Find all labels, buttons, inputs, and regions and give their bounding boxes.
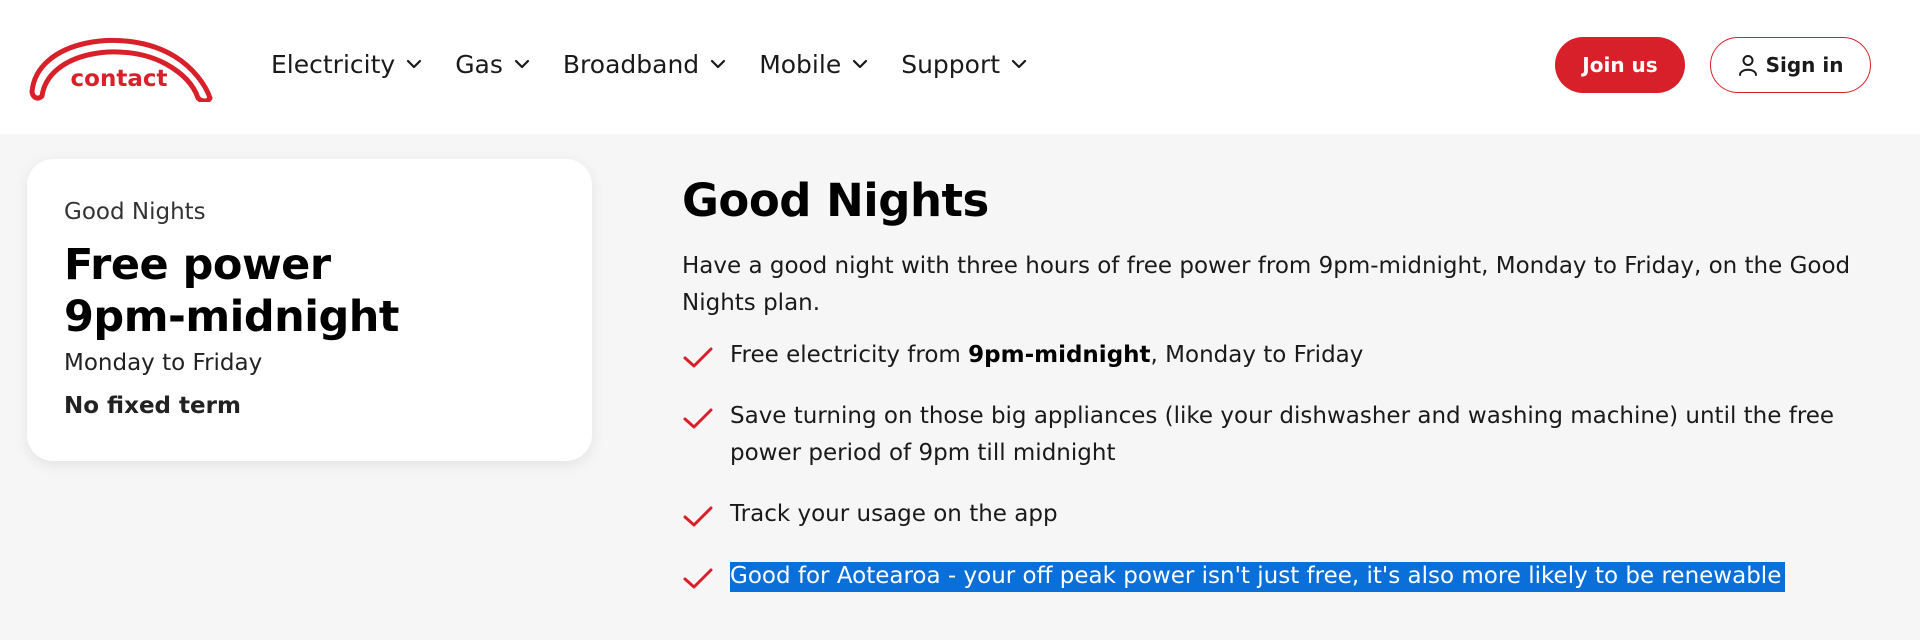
benefit-text: Good for Aotearoa - your off peak power … [730,558,1900,595]
benefit-text: Free electricity from 9pm-midnight, Mond… [730,337,1900,374]
chevron-down-icon [405,55,423,73]
nav-gas[interactable]: Gas [455,46,531,82]
checkmark-icon [682,504,714,530]
benefit-text: Save turning on those big appliances (li… [730,403,1835,466]
contact-logo[interactable]: contact [24,26,216,102]
logo-text: contact [71,66,168,92]
checkmark-icon [682,566,714,592]
plan-headline-line1: Free power [64,240,331,290]
checkmark-icon [682,345,714,371]
benefits-list: Free electricity from 9pm-midnight, Mond… [682,0,1882,640]
plan-term: No fixed term [64,393,241,419]
checkmark-icon [682,406,714,432]
nav-label: Gas [455,49,503,79]
nav-label: Electricity [271,49,396,79]
list-item: Good for Aotearoa - your off peak power … [682,558,1900,595]
plan-summary-card: Good Nights Free power 9pm-midnight Mond… [27,159,592,461]
contact-logo-graphic: contact [29,37,213,102]
list-item: Free electricity from 9pm-midnight, Mond… [682,337,1900,374]
benefit-text: Track your usage on the app [730,501,1058,527]
benefit-text-bold: 9pm-midnight [968,342,1151,368]
plan-headline: Free power 9pm-midnight [64,239,564,343]
nav-electricity[interactable]: Electricity [271,46,423,82]
plan-name: Good Nights [64,199,206,225]
list-item: Track your usage on the app [682,496,1900,533]
plan-headline-line2: 9pm-midnight [64,292,399,342]
benefit-text-suffix: , Monday to Friday [1150,342,1364,368]
list-item: Save turning on those big appliances (li… [682,398,1900,472]
benefit-text-prefix: Free electricity from [730,342,969,368]
plan-days: Monday to Friday [64,350,263,376]
nav-label: Broadband [562,49,700,79]
selected-text: Good for Aotearoa - your off peak power … [730,562,1786,592]
chevron-down-icon [513,55,531,73]
